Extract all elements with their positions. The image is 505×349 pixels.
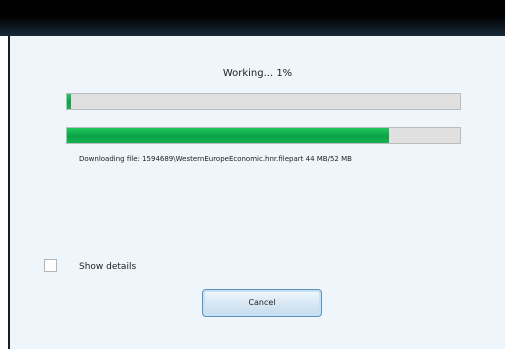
- file-progress-fill: [67, 128, 390, 143]
- window-left-border: [0, 36, 10, 349]
- status-text: Working... 1%: [222, 68, 293, 79]
- overall-progress-bar: [66, 93, 461, 110]
- show-details-label[interactable]: Show details: [79, 262, 136, 272]
- download-file-status: Downloading file: 1594689\WesternEuropeE…: [79, 155, 352, 163]
- overall-progress-fill: [67, 94, 71, 109]
- show-details-checkbox[interactable]: [44, 259, 57, 272]
- file-progress-bar: [66, 127, 461, 144]
- cancel-button[interactable]: Cancel: [202, 289, 322, 317]
- window-titlebar[interactable]: [0, 0, 505, 36]
